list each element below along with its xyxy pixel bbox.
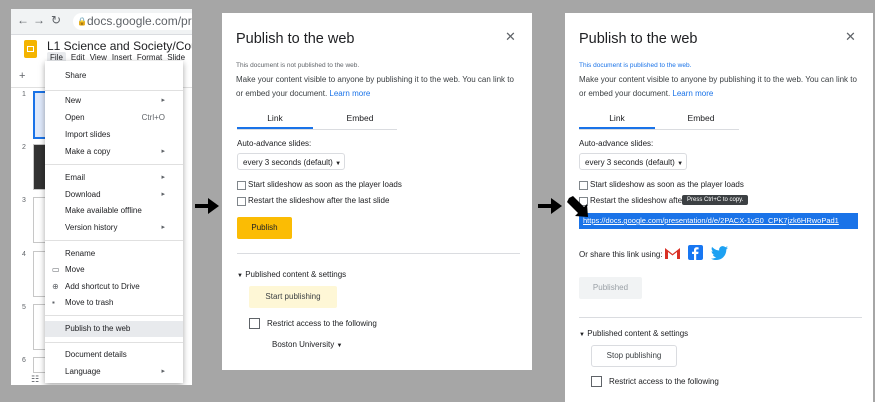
address-bar[interactable]: 🔒 docs.google.com/presentation/d bbox=[73, 13, 192, 30]
restrict-access-checkbox[interactable] bbox=[249, 318, 260, 329]
submenu-arrow-icon: ▸ bbox=[161, 368, 165, 375]
auto-advance-label: Auto-advance slides: bbox=[579, 139, 654, 148]
new-slide-icon[interactable]: + bbox=[19, 70, 25, 82]
expand-arrow-icon: ▼ bbox=[579, 332, 585, 338]
restrict-access-label: Restrict access to the following bbox=[267, 319, 377, 328]
menu-item-move[interactable]: ▭ Move bbox=[45, 262, 183, 278]
restrict-access-label: Restrict access to the following bbox=[609, 377, 719, 386]
auto-advance-label: Auto-advance slides: bbox=[237, 139, 312, 148]
tab-link[interactable]: Link bbox=[579, 113, 655, 123]
learn-more-link[interactable]: Learn more bbox=[672, 89, 713, 98]
start-slideshow-checkbox[interactable] bbox=[237, 181, 246, 190]
arrow-right-icon bbox=[538, 198, 562, 214]
learn-more-link[interactable]: Learn more bbox=[329, 89, 370, 98]
auto-advance-select[interactable]: every 3 seconds (default) ▼ bbox=[237, 153, 345, 170]
submenu-arrow-icon: ▸ bbox=[161, 174, 165, 181]
auto-advance-select[interactable]: every 3 seconds (default) ▼ bbox=[579, 153, 687, 170]
publish-status: This document is published to the web. bbox=[579, 62, 692, 69]
restart-slideshow-label: Restart the slideshow after the last sli… bbox=[248, 196, 390, 205]
menu-item-publish-to-web[interactable]: Publish to the web bbox=[45, 321, 183, 337]
menu-item-rename[interactable]: Rename bbox=[45, 246, 183, 262]
published-settings-toggle[interactable]: ▼ Published content & settings bbox=[237, 270, 346, 279]
twitter-icon[interactable] bbox=[711, 246, 728, 260]
menu-item-import-slides[interactable]: Import slides bbox=[45, 127, 183, 143]
slide-number: 5 bbox=[22, 304, 26, 311]
url-text: docs.google.com/presentation/d bbox=[87, 14, 192, 28]
grid-view-icon[interactable]: ☷ bbox=[31, 374, 39, 385]
dialog-description: Make your content visible to anyone by p… bbox=[236, 75, 514, 98]
slide-number: 6 bbox=[22, 357, 26, 364]
lock-icon: 🔒 bbox=[77, 17, 87, 26]
published-settings-toggle[interactable]: ▼ Published content & settings bbox=[579, 329, 688, 338]
start-publishing-button[interactable]: Start publishing bbox=[249, 286, 337, 308]
publish-button[interactable]: Publish bbox=[237, 217, 292, 239]
menu-item-share[interactable]: Share bbox=[45, 68, 183, 84]
browser-chrome: ← → ↻ 🔒 docs.google.com/presentation/d bbox=[11, 9, 192, 35]
tab-embed[interactable]: Embed bbox=[663, 113, 739, 123]
menu-item-open[interactable]: Open Ctrl+O bbox=[45, 110, 183, 126]
start-slideshow-checkbox[interactable] bbox=[579, 181, 588, 190]
copy-tooltip: Press Ctrl+C to copy. bbox=[682, 195, 749, 205]
dropdown-icon: ▼ bbox=[677, 161, 684, 167]
trash-icon: ▪ bbox=[52, 298, 55, 307]
restart-slideshow-checkbox[interactable] bbox=[237, 197, 246, 206]
org-select[interactable]: Boston University ▼ bbox=[267, 336, 349, 353]
stop-publishing-button[interactable]: Stop publishing bbox=[591, 345, 677, 367]
menu-item-email[interactable]: Email ▸ bbox=[45, 170, 183, 186]
close-icon[interactable]: ✕ bbox=[845, 29, 856, 45]
start-slideshow-label: Start slideshow as soon as the player lo… bbox=[590, 180, 744, 189]
menu-item-download[interactable]: Download ▸ bbox=[45, 187, 183, 203]
facebook-icon[interactable] bbox=[688, 245, 703, 260]
slide-number: 4 bbox=[22, 251, 26, 258]
publish-status: This document is not published to the we… bbox=[236, 62, 360, 69]
forward-icon[interactable]: → bbox=[33, 13, 45, 27]
reload-icon[interactable]: ↻ bbox=[51, 13, 61, 27]
menu-item-add-shortcut[interactable]: ⊕ Add shortcut to Drive bbox=[45, 279, 183, 295]
dialog-description: Make your content visible to anyone by p… bbox=[579, 75, 857, 98]
slide-number: 2 bbox=[22, 144, 26, 151]
tab-link[interactable]: Link bbox=[237, 113, 313, 123]
submenu-arrow-icon: ▸ bbox=[161, 224, 165, 231]
slides-logo-icon[interactable] bbox=[24, 40, 37, 58]
slide-number: 1 bbox=[22, 91, 26, 98]
menu-item-make-available-offline[interactable]: Make available offline bbox=[45, 203, 183, 219]
gmail-icon[interactable] bbox=[665, 247, 680, 259]
dropdown-icon: ▼ bbox=[336, 343, 343, 349]
submenu-arrow-icon: ▸ bbox=[161, 148, 165, 155]
published-link-field[interactable]: https://docs.google.com/presentation/d/e… bbox=[579, 213, 858, 229]
restrict-access-checkbox[interactable] bbox=[591, 376, 602, 387]
menu-item-new[interactable]: New ▸ bbox=[45, 93, 183, 109]
file-menu: Share New ▸ Open Ctrl+O Import slides Make… bbox=[45, 61, 183, 383]
drive-shortcut-icon: ⊕ bbox=[52, 282, 59, 291]
published-button: Published bbox=[579, 277, 642, 299]
slides-window: ← → ↻ 🔒 docs.google.com/presentation/d L… bbox=[11, 9, 192, 385]
dialog-title: Publish to the web bbox=[236, 31, 355, 47]
expand-arrow-icon: ▼ bbox=[237, 273, 243, 279]
menu-item-version-history[interactable]: Version history ▸ bbox=[45, 220, 183, 236]
share-label: Or share this link using: bbox=[579, 250, 663, 259]
tab-embed[interactable]: Embed bbox=[322, 113, 398, 123]
menu-item-move-to-trash[interactable]: ▪ Move to trash bbox=[45, 295, 183, 311]
menu-item-document-details[interactable]: Document details bbox=[45, 347, 183, 363]
folder-icon: ▭ bbox=[52, 265, 60, 274]
doc-title[interactable]: L1 Science and Society/Course Int bbox=[47, 39, 192, 53]
arrow-pointer-icon bbox=[567, 196, 588, 217]
publish-dialog-published: Publish to the web ✕ This document is pu… bbox=[565, 13, 873, 402]
back-icon[interactable]: ← bbox=[17, 13, 29, 27]
dropdown-icon: ▼ bbox=[335, 161, 342, 167]
start-slideshow-label: Start slideshow as soon as the player lo… bbox=[248, 180, 402, 189]
menu-item-language[interactable]: Language ▸ bbox=[45, 364, 183, 380]
arrow-right-icon bbox=[195, 198, 219, 214]
slide-number: 3 bbox=[22, 197, 26, 204]
dialog-title: Publish to the web bbox=[579, 31, 698, 47]
submenu-arrow-icon: ▸ bbox=[161, 97, 165, 104]
publish-dialog: Publish to the web ✕ This document is no… bbox=[222, 13, 532, 370]
close-icon[interactable]: ✕ bbox=[505, 29, 516, 45]
menu-item-make-copy[interactable]: Make a copy ▸ bbox=[45, 144, 183, 160]
submenu-arrow-icon: ▸ bbox=[161, 191, 165, 198]
restart-slideshow-label: Restart the slideshow after bbox=[590, 196, 685, 205]
